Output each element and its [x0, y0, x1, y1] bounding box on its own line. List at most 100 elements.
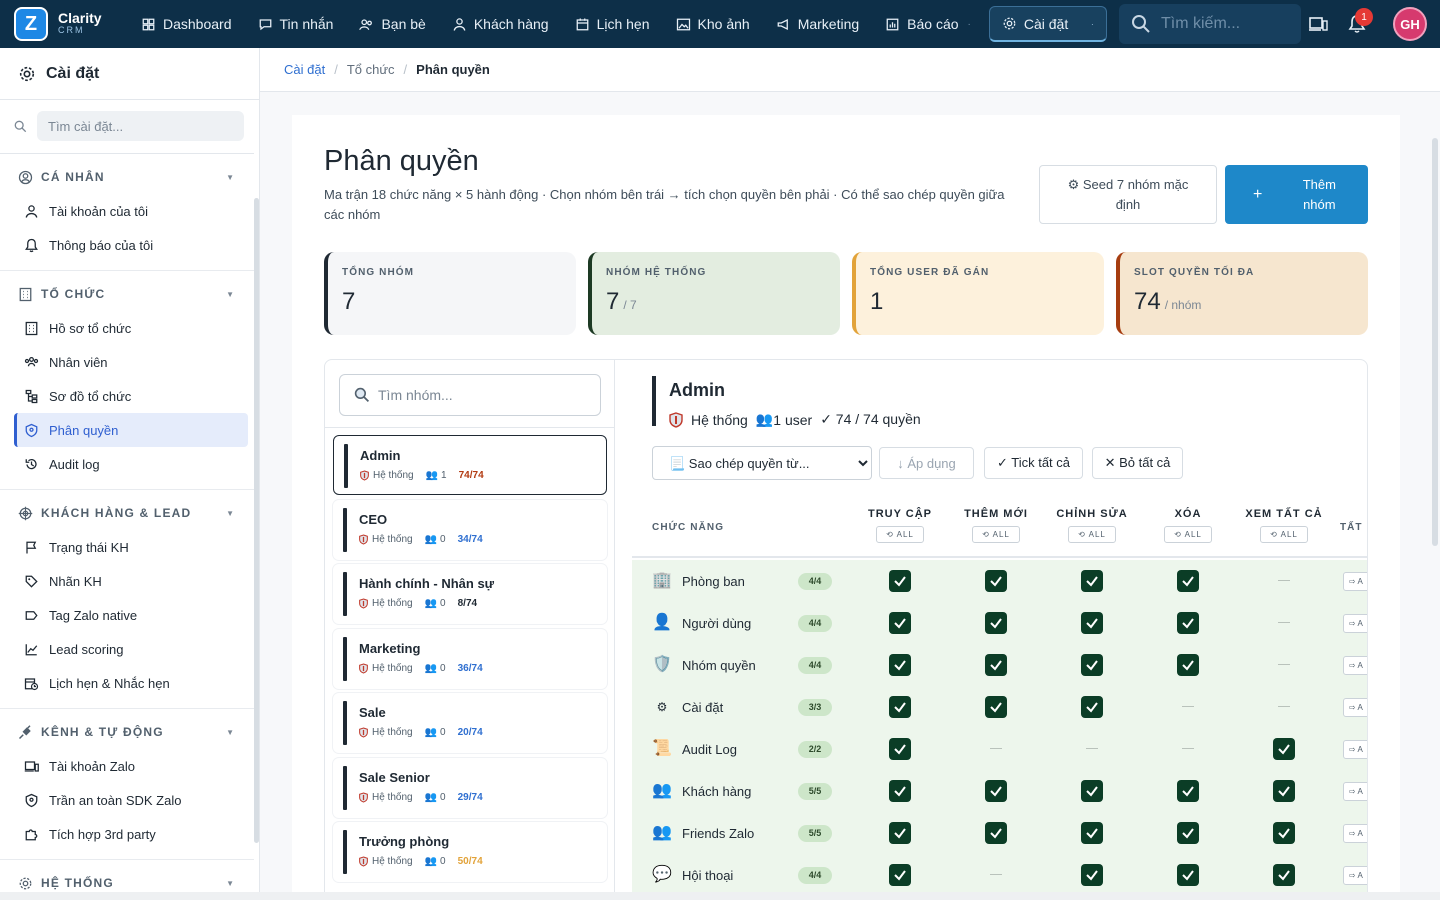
permission-checkbox[interactable] [985, 696, 1007, 718]
nav-0[interactable]: Dashboard [128, 0, 245, 48]
permission-checkbox[interactable] [889, 864, 911, 886]
breadcrumb-mid[interactable]: Tổ chức [347, 62, 395, 77]
permission-checkbox[interactable] [1081, 570, 1103, 592]
group-item[interactable]: Hành chính - Nhân sự Hệ thống 👥 0 8/74 [333, 564, 607, 624]
sidebar-item[interactable]: Thông báo của tôi [14, 228, 248, 262]
permission-checkbox[interactable] [1273, 864, 1295, 886]
clear-all-button[interactable]: ✕ Bỏ tất cả [1092, 447, 1183, 479]
group-item[interactable]: Sale Hệ thống 👥 0 20/74 [333, 693, 607, 753]
permission-checkbox[interactable] [985, 654, 1007, 676]
nav-4[interactable]: Lịch hẹn [562, 0, 663, 48]
avatar[interactable]: GH [1393, 7, 1427, 41]
group-item[interactable]: Sale Senior Hệ thống 👥 0 29/74 [333, 757, 607, 818]
row-all-button[interactable]: ⇨ A [1343, 572, 1367, 591]
sidebar-item[interactable]: Trạng thái KH [14, 530, 248, 564]
row-all-button[interactable]: ⇨ A [1343, 614, 1367, 633]
brand[interactable]: Z Clarity CRM [0, 7, 122, 41]
sidebar-item[interactable]: Nhãn KH [14, 564, 248, 598]
group-search-input[interactable] [378, 387, 588, 403]
sidebar-item[interactable]: Phân quyền [14, 413, 248, 447]
sidebar-item[interactable]: Lead scoring [14, 632, 248, 666]
toggle-all-column-button[interactable]: ⟲ ALL [1260, 526, 1308, 543]
permission-checkbox[interactable] [1273, 780, 1295, 802]
group-search[interactable] [339, 374, 601, 416]
permission-checkbox[interactable] [889, 696, 911, 718]
apply-button[interactable]: ↓ Áp dụng [879, 447, 974, 479]
sidebar-group[interactable]: TỔ CHỨC ▼ [0, 277, 254, 311]
sidebar-item[interactable]: Audit log [14, 447, 248, 481]
matrix-func-header: CHỨC NĂNG [652, 522, 725, 533]
nav-3[interactable]: Khách hàng [439, 0, 562, 48]
permission-checkbox[interactable] [889, 822, 911, 844]
permission-checkbox[interactable] [1081, 780, 1103, 802]
permission-checkbox[interactable] [889, 570, 911, 592]
permission-checkbox[interactable] [889, 738, 911, 760]
nav-7[interactable]: Báo cáo [872, 0, 971, 48]
permission-checkbox[interactable] [889, 654, 911, 676]
sidebar-item[interactable]: Tích hợp 3rd party [14, 817, 248, 851]
global-search[interactable] [1119, 4, 1301, 44]
row-all-button[interactable]: ⇨ A [1343, 866, 1367, 885]
toggle-all-column-button[interactable]: ⟲ ALL [1164, 526, 1212, 543]
permission-checkbox[interactable] [985, 780, 1007, 802]
tick-all-button[interactable]: ✓ Tick tất cả [984, 447, 1083, 479]
nav-6[interactable]: Marketing [763, 0, 872, 48]
settings-search-input[interactable] [37, 111, 244, 141]
group-item[interactable]: Admin Hệ thống 👥 1 74/74 [333, 435, 607, 495]
permission-checkbox[interactable] [985, 822, 1007, 844]
row-all-button[interactable]: ⇨ A [1343, 824, 1367, 843]
permission-checkbox[interactable] [1177, 864, 1199, 886]
nav-active[interactable]: Cài đặt · [988, 6, 1107, 42]
nav-1[interactable]: Tin nhắn [245, 0, 347, 48]
seed-groups-button[interactable]: ⚙ Seed 7 nhóm mặc định [1039, 165, 1217, 224]
sidebar-item[interactable]: Nhân viên [14, 345, 248, 379]
permission-checkbox[interactable] [1177, 570, 1199, 592]
breadcrumb-root[interactable]: Cài đặt [284, 62, 325, 77]
global-search-input[interactable] [1161, 15, 1291, 33]
permission-checkbox[interactable] [1081, 654, 1103, 676]
sidebar-item[interactable]: Tài khoản của tôi [14, 194, 248, 228]
permission-checkbox[interactable] [1177, 822, 1199, 844]
sidebar-item[interactable]: Tag Zalo native [14, 598, 248, 632]
permission-checkbox[interactable] [1273, 738, 1295, 760]
row-all-button[interactable]: ⇨ A [1343, 782, 1367, 801]
permission-checkbox[interactable] [985, 612, 1007, 634]
permission-checkbox[interactable] [1177, 780, 1199, 802]
sidebar-group[interactable]: KHÁCH HÀNG & LEAD ▼ [0, 496, 254, 530]
group-item[interactable]: Marketing Hệ thống 👥 0 36/74 [333, 628, 607, 689]
permission-checkbox[interactable] [889, 780, 911, 802]
nav-2[interactable]: Bạn bè [346, 0, 438, 48]
sidebar-item[interactable]: Tài khoản Zalo [14, 749, 248, 783]
copy-permissions-select[interactable]: 📃 Sao chép quyền từ... [652, 446, 872, 480]
permission-checkbox[interactable] [1081, 696, 1103, 718]
toggle-all-column-button[interactable]: ⟲ ALL [972, 526, 1020, 543]
sidebar-item[interactable]: Sơ đồ tổ chức [14, 379, 248, 413]
sidebar-group[interactable]: KÊNH & TỰ ĐỘNG ▼ [0, 715, 254, 749]
row-all-button[interactable]: ⇨ A [1343, 656, 1367, 675]
permission-checkbox[interactable] [1177, 612, 1199, 634]
add-group-button[interactable]: + Thêm nhóm [1225, 165, 1368, 224]
group-item[interactable]: CEO Hệ thống 👥 0 34/74 [333, 499, 607, 560]
toggle-all-column-button[interactable]: ⟲ ALL [1068, 526, 1116, 543]
group-item[interactable]: Trưởng phòng Hệ thống 👥 0 50/74 [333, 822, 607, 882]
sidebar-group[interactable]: HỆ THỐNG ▼ [0, 866, 254, 893]
permission-checkbox[interactable] [889, 612, 911, 634]
sidebar-item[interactable]: Lịch hẹn & Nhắc hẹn [14, 666, 248, 700]
toggle-all-column-button[interactable]: ⟲ ALL [876, 526, 924, 543]
page-scrollbar[interactable] [1432, 138, 1438, 546]
permission-checkbox[interactable] [985, 570, 1007, 592]
row-all-button[interactable]: ⇨ A [1343, 698, 1367, 717]
row-all-button[interactable]: ⇨ A [1343, 740, 1367, 759]
permission-checkbox[interactable] [1177, 654, 1199, 676]
sidebar-item[interactable]: Hồ sơ tổ chức [14, 311, 248, 345]
permission-checkbox[interactable] [1273, 822, 1295, 844]
settings-search[interactable] [14, 110, 246, 142]
permission-checkbox[interactable] [1081, 822, 1103, 844]
permission-checkbox[interactable] [1081, 864, 1103, 886]
sidebar-item[interactable]: Trần an toàn SDK Zalo [14, 783, 248, 817]
permission-checkbox[interactable] [1081, 612, 1103, 634]
sidebar-group[interactable]: CÁ NHÂN ▼ [0, 160, 254, 194]
nav-5[interactable]: Kho ảnh [663, 0, 763, 48]
sidebar-scrollbar[interactable] [254, 198, 259, 843]
devices-icon[interactable] [1308, 14, 1328, 34]
